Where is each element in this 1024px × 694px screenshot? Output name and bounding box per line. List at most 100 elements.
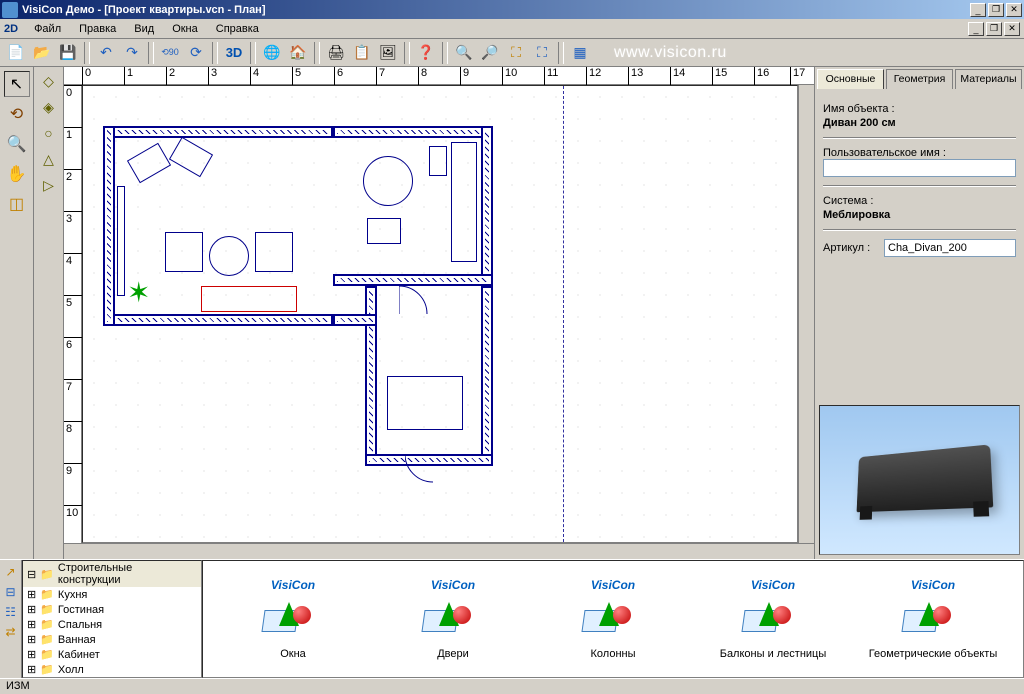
table-round[interactable] [363,156,413,206]
grid-button[interactable]: ▦ [568,41,592,65]
catalog-item-geometry[interactable]: VisiCon Геометрические объекты [868,578,998,660]
wall[interactable] [333,126,493,138]
tree-expand-icon: ⊞ [27,633,36,646]
kitchen-unit[interactable] [451,142,477,262]
tree-node[interactable]: ⊞📁Спальня [23,617,201,632]
help-button[interactable]: ❓ [414,41,438,65]
pan-tool[interactable]: ✋ [4,161,30,187]
tree-node[interactable]: ⊞📁Холл [23,662,201,677]
wall[interactable] [365,286,377,466]
mdi-close-button[interactable]: ✕ [1004,22,1020,36]
tab-geometry[interactable]: Геометрия [886,69,953,89]
catalog-caption: Окна [280,648,306,660]
wall[interactable] [103,314,333,326]
article-input[interactable] [884,239,1016,257]
catalog-brand: VisiCon [751,578,795,592]
tab-materials[interactable]: Материалы [955,69,1022,89]
tree-label: Строительные конструкции [58,562,197,586]
redo-button[interactable]: ↷ [120,41,144,65]
door-icon[interactable] [405,454,445,494]
menu-edit[interactable]: Правка [71,21,124,37]
catalog-item-doors[interactable]: VisiCon Двери [388,578,518,660]
bed[interactable] [387,376,463,430]
measure-tool[interactable]: ◫ [4,191,30,217]
zoom-fit-button[interactable]: ⛶ [530,41,554,65]
menu-windows[interactable]: Окна [164,21,206,37]
shape-tool-1[interactable]: ◇ [39,71,59,91]
scrollbar-vertical[interactable] [798,85,814,543]
catalog-item-columns[interactable]: VisiCon Колонны [548,578,678,660]
armchair[interactable] [165,232,203,272]
ruler-tick: 3 [208,67,217,85]
rotate-90-button[interactable]: ⟲90 [158,41,182,65]
zoom-window-button[interactable]: ⛶ [504,41,528,65]
tree-node[interactable]: ⊟📁Строительные конструкции [23,561,201,587]
shelf[interactable] [117,186,125,296]
table-round[interactable] [209,236,249,276]
shape-tool-2[interactable]: ◈ [39,97,59,117]
mdi-minimize-button[interactable]: _ [968,22,984,36]
catalog-btn-3[interactable]: ☷ [3,604,19,620]
plan-canvas[interactable]: ✶ [82,85,798,543]
world-button[interactable]: 🌐 [260,41,284,65]
shape-tool-5[interactable]: ▷ [39,175,59,195]
catalog-items: VisiCon Окна VisiCon Двери VisiCon Колон… [202,560,1024,678]
tree-node[interactable]: ⊞📁Гостиная [23,602,201,617]
catalog-btn-2[interactable]: ⊟ [3,584,19,600]
save-button[interactable]: 💾 [56,41,80,65]
scrollbar-horizontal[interactable] [64,543,814,559]
wall[interactable] [481,286,493,466]
rotate-button[interactable]: ⟳ [184,41,208,65]
rotate-tool[interactable]: ⟲ [4,101,30,127]
catalog-btn-4[interactable]: ⇄ [3,624,19,640]
catalog-btn-1[interactable]: ↗ [3,564,19,580]
wall[interactable] [481,126,493,286]
catalog-item-balconies[interactable]: VisiCon Балконы и лестницы [708,578,838,660]
tab-main[interactable]: Основные [817,69,884,89]
maximize-button[interactable]: ❐ [988,3,1004,17]
mdi-restore-button[interactable]: ❐ [986,22,1002,36]
close-button[interactable]: ✕ [1006,3,1022,17]
tree-node[interactable]: ⊞📁Ванная [23,632,201,647]
3d-mode-button[interactable]: 3D [222,41,246,65]
wall[interactable] [103,126,333,138]
wall[interactable] [333,314,377,326]
divider [823,229,1016,231]
menu-help[interactable]: Справка [208,21,267,37]
zoom-in-button[interactable]: 🔍 [452,41,476,65]
select-tool[interactable]: ↖ [4,71,30,97]
separator [404,42,410,64]
ruler-tick: 17 [790,67,805,85]
menu-file[interactable]: Файл [26,21,69,37]
chair[interactable] [367,218,401,244]
door-icon[interactable] [399,274,439,314]
custom-name-input[interactable] [823,159,1016,177]
shape-tool-3[interactable]: ○ [39,123,59,143]
chair[interactable] [429,146,447,176]
zoom-out-button[interactable]: 🔎 [478,41,502,65]
new-file-button[interactable]: 📄 [4,41,28,65]
left-toolbar-2: ◇ ◈ ○ △ ▷ [34,67,64,559]
tree-node[interactable]: ⊞📁Кабинет [23,647,201,662]
folder-icon: 📁 [40,663,54,676]
print-button[interactable]: 🖨 [324,41,348,65]
zoom-tool[interactable]: 🔍 [4,131,30,157]
floor-button[interactable]: 🏠 [286,41,310,65]
open-file-button[interactable]: 📂 [30,41,54,65]
armchair[interactable] [255,232,293,272]
ruler-tick: 11 [544,67,558,85]
export-button[interactable]: 📋 [350,41,374,65]
image-button[interactable]: 🖼 [376,41,400,65]
menu-view[interactable]: Вид [126,21,162,37]
sofa-selected[interactable] [201,286,297,312]
separator [148,42,154,64]
catalog-item-windows[interactable]: VisiCon Окна [228,578,358,660]
plant-icon[interactable]: ✶ [127,276,150,309]
separator [558,42,564,64]
shape-tool-4[interactable]: △ [39,149,59,169]
wall[interactable] [103,126,115,326]
catalog-tree[interactable]: ⊟📁Строительные конструкции ⊞📁Кухня ⊞📁Гос… [22,560,202,678]
tree-node[interactable]: ⊞📁Кухня [23,587,201,602]
minimize-button[interactable]: _ [970,3,986,17]
undo-button[interactable]: ↶ [94,41,118,65]
